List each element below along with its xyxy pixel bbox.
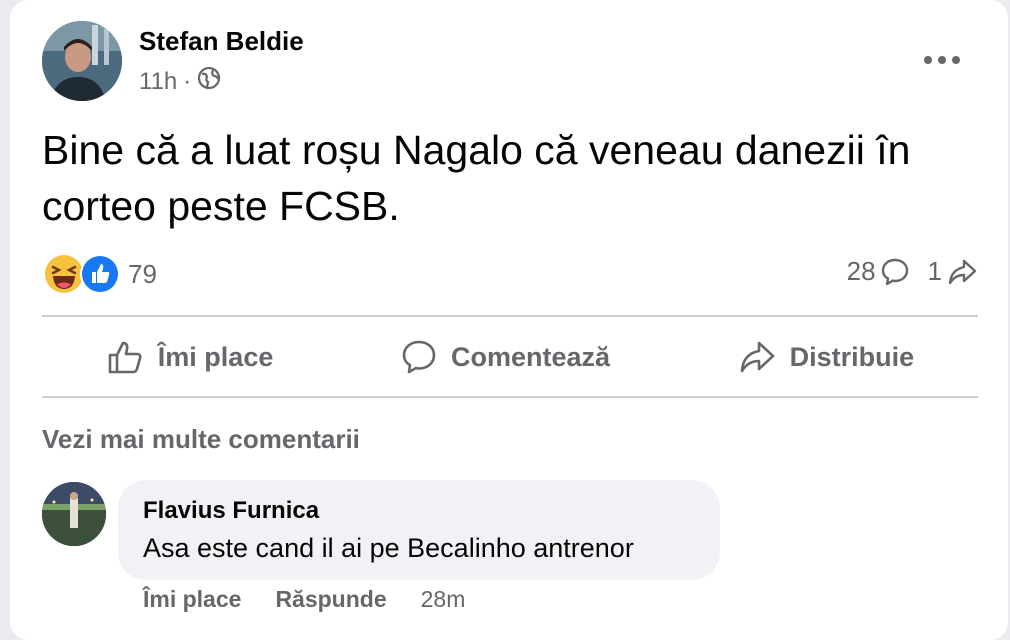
thumbs-up-icon (108, 341, 142, 374)
comment-bubble: Flavius Furnica Asa este cand il ai pe B… (118, 480, 720, 580)
comment-like-link[interactable]: Îmi place (143, 586, 241, 613)
shares-stat[interactable]: 1 (928, 256, 978, 287)
meta-separator: · (183, 67, 192, 95)
comments-count: 28 (846, 256, 876, 286)
author-name[interactable]: Stefan Beldie (139, 26, 304, 57)
comment-actions: Îmi place Răspunde 28m (143, 586, 465, 613)
post-time[interactable]: 11h (139, 68, 177, 96)
comment-text: Asa este cand il ai pe Becalinho antreno… (143, 533, 634, 563)
author-avatar[interactable] (42, 21, 122, 101)
divider-top (42, 315, 978, 317)
shares-count: 1 (927, 256, 942, 286)
comment-button-label: Comentează (450, 341, 611, 372)
comment-icon (402, 340, 436, 374)
share-icon (948, 259, 977, 284)
share-button-label: Distribuie (789, 341, 915, 372)
see-more-comments-link[interactable]: Vezi mai multe comentarii (42, 424, 360, 455)
comment-icon (881, 258, 908, 285)
post-text: Bine că a luat roșu Nagalo că veneau dan… (42, 127, 911, 229)
haha-icon (45, 255, 83, 293)
post-stats: 28 1 (847, 256, 978, 287)
comment-button[interactable]: Comentează (401, 339, 610, 375)
more-options-icon[interactable] (924, 50, 964, 70)
post-meta: 11h · (139, 66, 221, 97)
divider-bottom (42, 396, 978, 398)
action-bar: Îmi place Comentează Distribuie (42, 318, 978, 396)
like-button[interactable]: Îmi place (106, 338, 274, 376)
comment-reply-link[interactable]: Răspunde (275, 586, 386, 613)
comment-time[interactable]: 28m (421, 586, 466, 613)
reaction-count: 79 (128, 258, 157, 289)
comments-stat[interactable]: 28 (847, 256, 910, 287)
like-icon (80, 254, 120, 294)
reactions-summary[interactable]: 79 (44, 254, 157, 294)
like-button-label: Îmi place (157, 341, 274, 372)
commenter-avatar[interactable] (42, 482, 106, 546)
share-icon (740, 341, 774, 373)
share-button[interactable]: Distribuie (738, 339, 915, 375)
globe-icon (197, 66, 221, 97)
commenter-name[interactable]: Flavius Furnica (143, 497, 319, 525)
